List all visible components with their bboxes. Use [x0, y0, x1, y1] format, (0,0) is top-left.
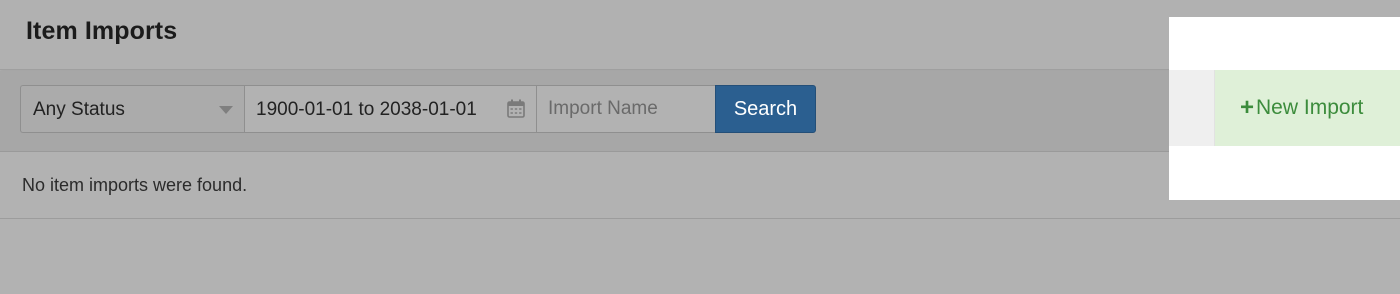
new-import-label: New Import	[1256, 96, 1364, 119]
chevron-down-icon	[219, 106, 233, 114]
button-group-gutter	[1169, 70, 1215, 146]
new-import-spotlight: +New Import	[1169, 17, 1400, 200]
date-range-value: 1900-01-01 to 2038-01-01	[256, 99, 477, 120]
content-divider	[0, 218, 1400, 219]
date-range-input[interactable]: 1900-01-01 to 2038-01-01	[244, 85, 537, 133]
plus-icon: +	[1240, 94, 1255, 121]
new-import-button[interactable]: +New Import	[1215, 70, 1400, 146]
status-select-value: Any Status	[33, 99, 125, 120]
import-name-input[interactable]	[536, 85, 716, 133]
page-title: Item Imports	[26, 17, 178, 45]
status-select[interactable]: Any Status	[20, 85, 245, 133]
search-button[interactable]: Search	[715, 85, 816, 133]
calendar-icon	[507, 99, 525, 118]
empty-state-message: No item imports were found.	[22, 175, 248, 195]
